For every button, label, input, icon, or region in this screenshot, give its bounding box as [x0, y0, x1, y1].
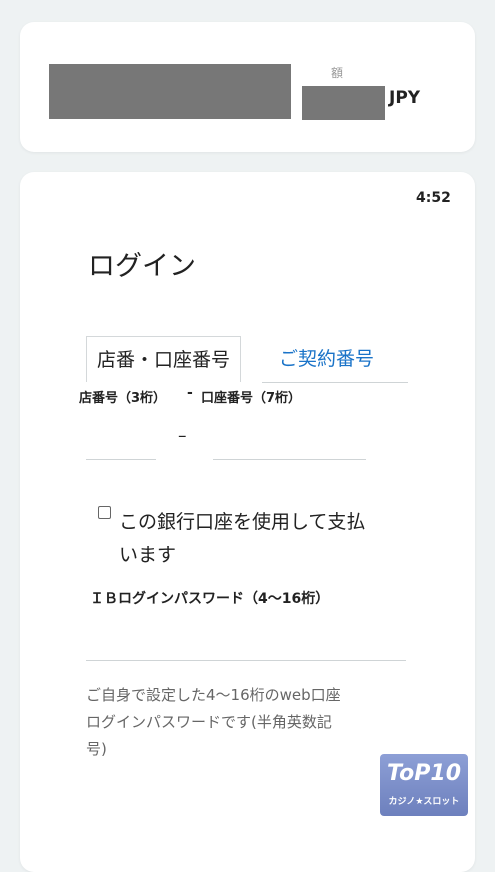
password-hint-line1: ご自身で設定した4〜16桁のweb口座: [86, 686, 341, 704]
watermark-brand: ToP10: [386, 761, 462, 786]
page-title: ログイン: [88, 251, 196, 282]
amount-label: 額: [331, 66, 344, 80]
tab-branch-account[interactable]: 店番・口座番号: [86, 336, 242, 382]
branch-number-label: 店番号（3桁）: [79, 391, 167, 406]
password-hint: ご自身で設定した4〜16桁のweb口座 ログインパスワードです(半角英数記 号): [86, 682, 341, 763]
password-input[interactable]: [86, 618, 406, 661]
tab-branch-account-label: 店番・口座番号: [97, 349, 231, 371]
redacted-merchant-name: [49, 64, 291, 119]
use-account-checkbox[interactable]: [98, 506, 111, 519]
currency-label: JPY: [389, 88, 421, 108]
account-number-input[interactable]: [213, 417, 366, 460]
field-dash: –: [178, 426, 187, 446]
watermark-sub: カジノ★スロット: [388, 797, 460, 807]
checkbox-label-line1: この銀行口座を使用して支払: [119, 511, 366, 533]
tab-contract-number-label: ご契約番号: [279, 348, 375, 370]
password-hint-line2: ログインパスワードです(半角英数記: [86, 713, 332, 731]
password-label: ＩＢログインパスワード（4〜16桁）: [90, 591, 330, 607]
label-separator: -: [187, 385, 193, 401]
top10-watermark: ToP10 カジノ★スロット: [380, 754, 468, 816]
redacted-amount: [302, 86, 385, 120]
session-timer: 4:52: [416, 190, 451, 206]
checkbox-label-line2: います: [119, 544, 177, 566]
payment-summary-card: 額 JPY: [20, 22, 475, 152]
account-number-label: 口座番号（7桁）: [201, 391, 302, 406]
use-account-checkbox-label[interactable]: この銀行口座を使用して支払 います: [119, 506, 365, 572]
branch-number-input[interactable]: [86, 417, 156, 460]
password-hint-line3: 号): [86, 740, 107, 758]
tab-contract-number[interactable]: ご契約番号: [269, 336, 384, 382]
tabs-divider: [262, 382, 408, 383]
